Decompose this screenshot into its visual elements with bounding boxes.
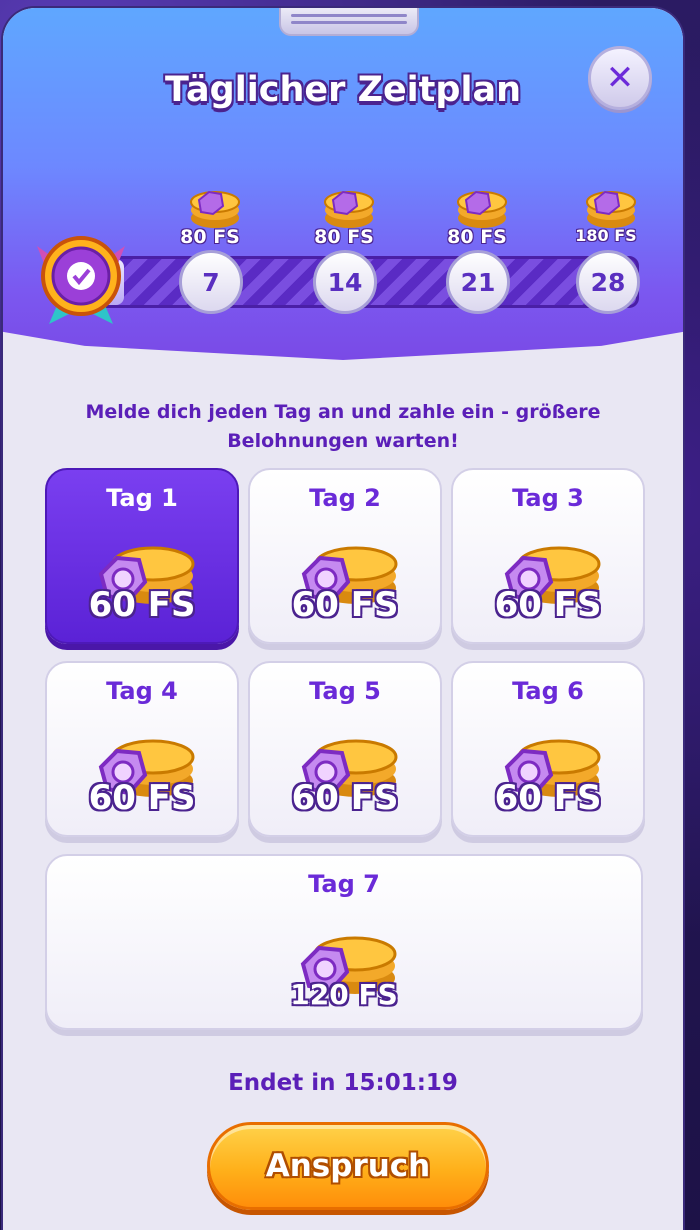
- milestone-day-14: 14: [313, 250, 377, 314]
- countdown-timer: Endet in 15:01:19: [228, 1070, 458, 1096]
- milestone-reward-21: 80 FS: [432, 182, 522, 258]
- milestone-reward-14: 80 FS: [299, 182, 389, 258]
- day-card-5[interactable]: Tag 5 60 FS: [248, 661, 442, 837]
- reward-amount: 60 FS: [88, 585, 196, 625]
- dialog-handle: [279, 8, 419, 36]
- milestone-reward-7: 80 FS: [165, 182, 255, 258]
- daily-schedule-dialog: Täglicher Zeitplan ✕ 80 FS 80 FS 80 FS 1…: [3, 8, 683, 1230]
- milestone-day-21: 21: [446, 250, 510, 314]
- day-card-1[interactable]: Tag 1 60 FS: [45, 468, 239, 644]
- close-icon: ✕: [605, 58, 635, 98]
- description-text: Melde dich jeden Tag an und zahle ein - …: [85, 401, 601, 452]
- reward-amount: 60 FS: [494, 585, 602, 625]
- coins-icon: [457, 190, 507, 228]
- day-label: Tag 7: [308, 870, 380, 898]
- coins-icon: [586, 190, 636, 228]
- close-button[interactable]: ✕: [588, 46, 652, 110]
- reward-amount: 60 FS: [88, 778, 196, 818]
- day-card-6[interactable]: Tag 6 60 FS: [451, 661, 645, 837]
- day-card-4[interactable]: Tag 4 60 FS: [45, 661, 239, 837]
- milestone-day-28: 28: [576, 250, 640, 314]
- day-label: Tag 1: [106, 484, 178, 512]
- dialog-title: Täglicher Zeitplan: [164, 70, 521, 110]
- reward-amount: 60 FS: [291, 585, 399, 625]
- reward-amount: 60 FS: [291, 778, 399, 818]
- day-label: Tag 2: [309, 484, 381, 512]
- reward-amount: 60 FS: [494, 778, 602, 818]
- medal-icon: [37, 236, 125, 324]
- day-label: Tag 6: [512, 677, 584, 705]
- day-label: Tag 5: [309, 677, 381, 705]
- day-card-3[interactable]: Tag 3 60 FS: [451, 468, 645, 644]
- day-label: Tag 4: [106, 677, 178, 705]
- coins-icon: [324, 190, 374, 228]
- day-label: Tag 3: [512, 484, 584, 512]
- day-card-2[interactable]: Tag 2 60 FS: [248, 468, 442, 644]
- claim-button-label: Anspruch: [265, 1148, 431, 1184]
- milestone-day-7: 7: [179, 250, 243, 314]
- reward-amount: 120 FS: [290, 978, 398, 1011]
- claim-button[interactable]: Anspruch: [207, 1122, 489, 1210]
- coins-icon: [190, 190, 240, 228]
- milestone-reward-28: 180 FS: [561, 182, 651, 255]
- day-card-7[interactable]: Tag 7 120 FS: [45, 854, 643, 1030]
